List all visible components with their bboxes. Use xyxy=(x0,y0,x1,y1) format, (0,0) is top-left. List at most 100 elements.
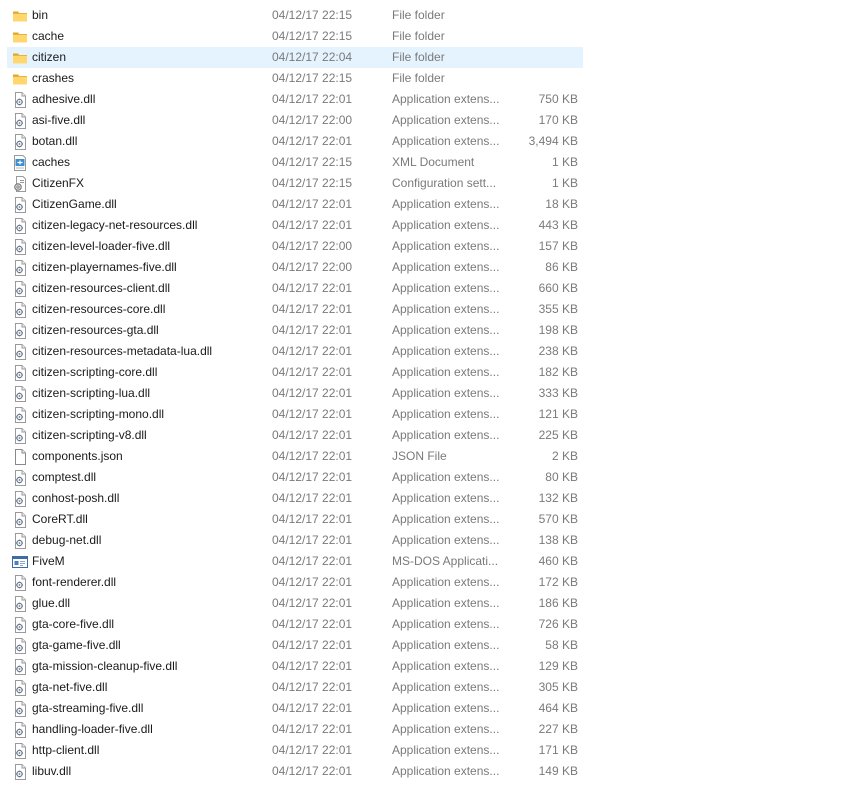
file-list: bin 04/12/17 22:15 File folder cache 04/12/1… xyxy=(7,5,583,782)
file-size: 333 KB xyxy=(538,386,578,400)
dll-icon xyxy=(12,260,28,276)
file-name: citizen-resources-gta.dll xyxy=(32,323,159,337)
file-type: Application extens... xyxy=(392,596,500,610)
file-row[interactable]: citizen-resources-gta.dll 04/12/17 22:01 A… xyxy=(7,320,583,341)
file-date-modified: 04/12/17 22:15 xyxy=(272,29,353,43)
file-date-modified: 04/12/17 22:01 xyxy=(272,491,353,505)
file-type: XML Document xyxy=(392,155,475,169)
file-row[interactable]: glue.dll 04/12/17 22:01 Application extens… xyxy=(7,593,583,614)
file-type: Application extens... xyxy=(392,743,500,757)
dll-icon xyxy=(12,302,28,318)
file-row[interactable]: gta-net-five.dll 04/12/17 22:01 Applicatio… xyxy=(7,677,583,698)
file-row[interactable]: gta-streaming-five.dll 04/12/17 22:01 Appl… xyxy=(7,698,583,719)
file-date-modified: 04/12/17 22:01 xyxy=(272,512,353,526)
file-name: gta-core-five.dll xyxy=(32,617,115,631)
file-row[interactable]: handling-loader-five.dll 04/12/17 22:01 Ap… xyxy=(7,719,583,740)
file-row[interactable]: citizen-scripting-v8.dll 04/12/17 22:01 Ap… xyxy=(7,425,583,446)
file-row[interactable]: http-client.dll 04/12/17 22:01 Application… xyxy=(7,740,583,761)
file-type: Application extens... xyxy=(392,491,500,505)
file-row[interactable]: libuv.dll 04/12/17 22:01 Application exten… xyxy=(7,761,583,782)
file-date-modified: 04/12/17 22:15 xyxy=(272,8,353,22)
file-date-modified: 04/12/17 22:01 xyxy=(272,743,353,757)
file-type: Application extens... xyxy=(392,470,500,484)
file-size: 225 KB xyxy=(538,428,578,442)
file-date-modified: 04/12/17 22:01 xyxy=(272,722,353,736)
file-type: Application extens... xyxy=(392,197,500,211)
config-icon xyxy=(12,176,28,192)
file-row[interactable]: gta-mission-cleanup-five.dll 04/12/17 22:… xyxy=(7,656,583,677)
file-row[interactable]: FiveM 04/12/17 22:01 MS-DOS Applicati... 46… xyxy=(7,551,583,572)
file-type: Application extens... xyxy=(392,764,500,778)
file-date-modified: 04/12/17 22:00 xyxy=(272,113,353,127)
file-row[interactable]: caches 04/12/17 22:15 XML Document 1 KB xyxy=(7,152,583,173)
file-size: 464 KB xyxy=(538,701,578,715)
file-name: citizen-level-loader-five.dll xyxy=(32,239,171,253)
file-row[interactable]: citizen-playernames-five.dll 04/12/17 22:… xyxy=(7,257,583,278)
file-date-modified: 04/12/17 22:00 xyxy=(272,260,353,274)
file-row[interactable]: debug-net.dll 04/12/17 22:01 Application e… xyxy=(7,530,583,551)
folder-icon xyxy=(12,8,28,24)
file-row[interactable]: citizen-level-loader-five.dll 04/12/17 22… xyxy=(7,236,583,257)
file-size: 2 KB xyxy=(551,449,578,463)
file-size: 1 KB xyxy=(551,155,578,169)
file-row[interactable]: botan.dll 04/12/17 22:01 Application exten… xyxy=(7,131,583,152)
file-date-modified: 04/12/17 22:01 xyxy=(272,323,353,337)
file-row[interactable]: citizen-scripting-core.dll 04/12/17 22:01… xyxy=(7,362,583,383)
file-type: Application extens... xyxy=(392,575,500,589)
dll-icon xyxy=(12,575,28,591)
file-row[interactable]: citizen 04/12/17 22:04 File folder xyxy=(7,47,583,68)
dll-icon xyxy=(12,386,28,402)
file-row[interactable]: citizen-scripting-lua.dll 04/12/17 22:01 A… xyxy=(7,383,583,404)
file-row[interactable]: conhost-posh.dll 04/12/17 22:01 Applicatio… xyxy=(7,488,583,509)
file-row[interactable]: gta-game-five.dll 04/12/17 22:01 Applicati… xyxy=(7,635,583,656)
file-row[interactable]: CitizenGame.dll 04/12/17 22:01 Application… xyxy=(7,194,583,215)
file-size: 138 KB xyxy=(538,533,578,547)
file-row[interactable]: bin 04/12/17 22:15 File folder xyxy=(7,5,583,26)
file-row[interactable]: CitizenFX 04/12/17 22:15 Configuration set… xyxy=(7,173,583,194)
file-type: JSON File xyxy=(392,449,447,463)
file-date-modified: 04/12/17 22:01 xyxy=(272,554,353,568)
file-date-modified: 04/12/17 22:01 xyxy=(272,701,353,715)
file-row[interactable]: citizen-scripting-mono.dll 04/12/17 22:01… xyxy=(7,404,583,425)
dll-icon xyxy=(12,281,28,297)
file-date-modified: 04/12/17 22:15 xyxy=(272,71,353,85)
file-name: citizen-playernames-five.dll xyxy=(32,260,177,274)
file-size: 3,494 KB xyxy=(528,134,578,148)
file-date-modified: 04/12/17 22:01 xyxy=(272,218,353,232)
file-size: 460 KB xyxy=(538,554,578,568)
file-type: Application extens... xyxy=(392,302,500,316)
file-row[interactable]: citizen-legacy-net-resources.dll 04/12/17… xyxy=(7,215,583,236)
file-type: File folder xyxy=(392,29,445,43)
file-name: http-client.dll xyxy=(32,743,100,757)
file-type: Application extens... xyxy=(392,638,500,652)
file-row[interactable]: gta-core-five.dll 04/12/17 22:01 Applicati… xyxy=(7,614,583,635)
file-name: CoreRT.dll xyxy=(32,512,88,526)
file-name: gta-streaming-five.dll xyxy=(32,701,144,715)
file-type: Application extens... xyxy=(392,260,500,274)
file-type: Application extens... xyxy=(392,323,500,337)
file-type: Application extens... xyxy=(392,659,500,673)
file-row[interactable]: citizen-resources-metadata-lua.dll 04/12/… xyxy=(7,341,583,362)
file-name: gta-game-five.dll xyxy=(32,638,121,652)
file-type: Application extens... xyxy=(392,92,500,106)
file-date-modified: 04/12/17 22:01 xyxy=(272,134,353,148)
file-row[interactable]: asi-five.dll 04/12/17 22:00 Application ex… xyxy=(7,110,583,131)
file-name: font-renderer.dll xyxy=(32,575,117,589)
file-row[interactable]: crashes 04/12/17 22:15 File folder xyxy=(7,68,583,89)
file-row[interactable]: citizen-resources-core.dll 04/12/17 22:01… xyxy=(7,299,583,320)
file-row[interactable]: font-renderer.dll 04/12/17 22:01 Applicati… xyxy=(7,572,583,593)
dll-icon xyxy=(12,113,28,129)
file-row[interactable]: adhesive.dll 04/12/17 22:01 Application ex… xyxy=(7,89,583,110)
file-row[interactable]: cache 04/12/17 22:15 File folder xyxy=(7,26,583,47)
file-type: File folder xyxy=(392,50,445,64)
file-row[interactable]: CoreRT.dll 04/12/17 22:01 Application exte… xyxy=(7,509,583,530)
file-row[interactable]: comptest.dll 04/12/17 22:01 Application ex… xyxy=(7,467,583,488)
dll-icon xyxy=(12,197,28,213)
file-row[interactable]: citizen-resources-client.dll 04/12/17 22:… xyxy=(7,278,583,299)
file-name: caches xyxy=(32,155,71,169)
file-name: CitizenFX xyxy=(32,176,85,190)
file-type: Application extens... xyxy=(392,134,500,148)
file-type: Application extens... xyxy=(392,113,500,127)
file-row[interactable]: components.json 04/12/17 22:01 JSON File 2 … xyxy=(7,446,583,467)
file-name: citizen-scripting-lua.dll xyxy=(32,386,151,400)
